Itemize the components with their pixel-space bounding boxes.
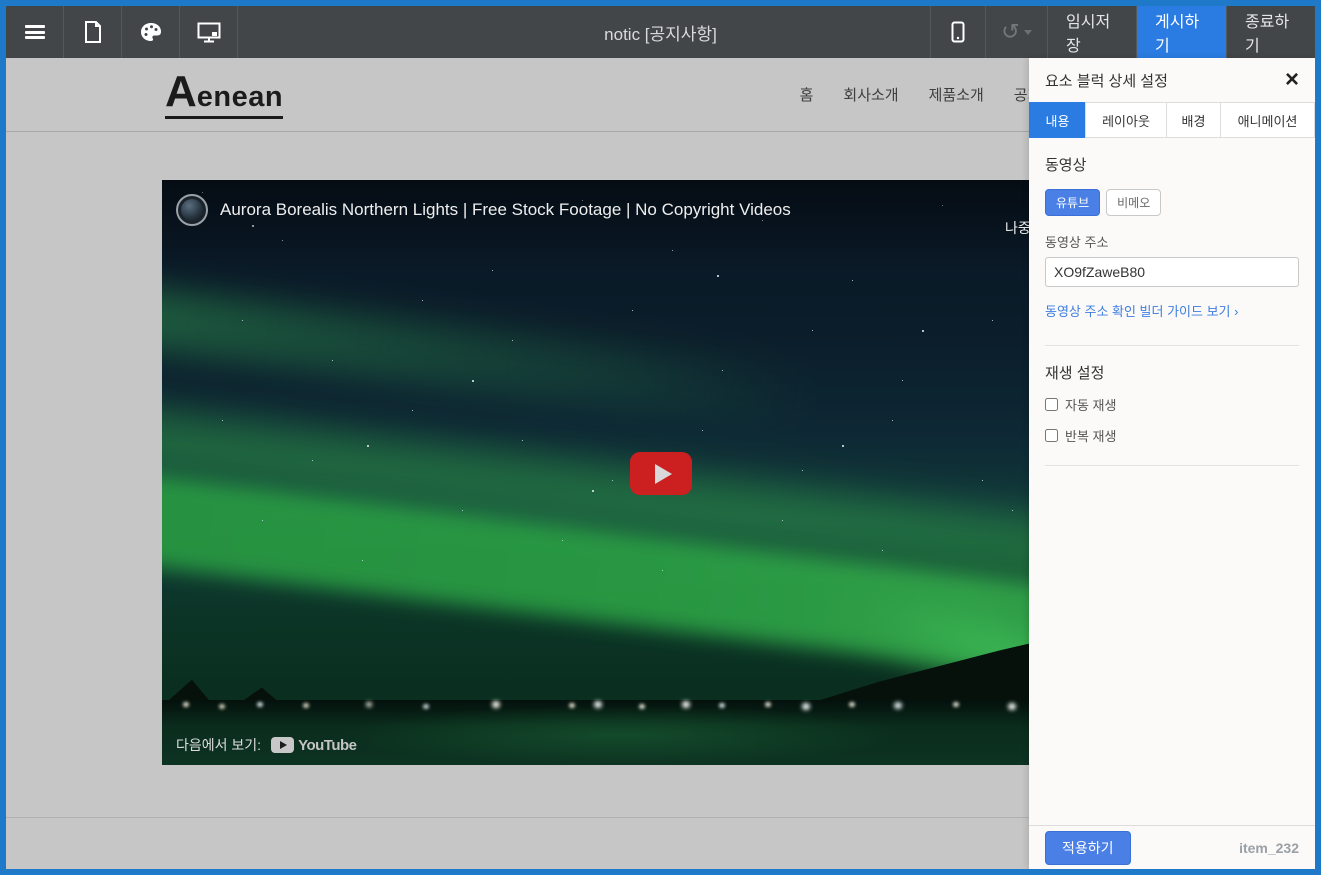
tab-content[interactable]: 내용 [1029,102,1086,138]
top-toolbar: notic [공지사항] ↺ 임시저장 게시하기 종료하기 [6,6,1315,58]
pages-button[interactable] [64,6,122,58]
tab-animation[interactable]: 애니메이션 [1220,102,1315,138]
undo-icon: ↺ [1001,19,1019,45]
video-title[interactable]: Aurora Borealis Northern Lights | Free S… [220,200,791,220]
autoplay-checkbox[interactable] [1045,398,1058,411]
display-button[interactable] [180,6,238,58]
watch-later-label[interactable]: 나중 [1005,218,1031,238]
source-vimeo-button[interactable]: 비메오 [1106,189,1161,216]
channel-avatar[interactable] [176,194,208,226]
main-menu-button[interactable] [6,6,64,58]
water-reflection [342,705,902,765]
youtube-link[interactable]: YouTube [271,737,356,754]
block-settings-panel: 요소 블럭 상세 설정 × 내용 레이아웃 배경 애니메이션 동영상 유튜브 비… [1029,58,1315,869]
youtube-wordmark: YouTube [298,737,356,754]
video-bottom-bar: 다음에서 보기: YouTube [176,735,357,755]
city-lights [162,703,166,706]
nav-item-home[interactable]: 홈 [800,84,814,105]
panel-footer: 적용하기 item_232 [1029,825,1315,869]
exit-button[interactable]: 종료하기 [1226,6,1315,58]
page-icon [84,21,102,43]
source-youtube-button[interactable]: 유튜브 [1045,189,1100,216]
chevron-down-icon [1024,30,1032,35]
close-icon[interactable]: × [1285,68,1299,92]
panel-divider [1045,345,1299,346]
video-source-toggle: 유튜브 비메오 [1045,189,1299,216]
autoplay-label: 자동 재생 [1065,395,1116,414]
apply-button[interactable]: 적용하기 [1045,831,1131,865]
video-address-input[interactable] [1045,257,1299,287]
publish-button[interactable]: 게시하기 [1136,6,1226,58]
play-button[interactable] [630,452,692,495]
panel-tabs: 내용 레이아웃 배경 애니메이션 [1029,102,1315,138]
panel-body: 동영상 유튜브 비메오 동영상 주소 동영상 주소 확인 빌더 가이드 보기 ›… [1029,138,1315,482]
autoplay-row: 자동 재생 [1045,395,1299,414]
video-title-bar: Aurora Borealis Northern Lights | Free S… [176,194,1150,226]
nav-item-products[interactable]: 제품소개 [929,84,984,105]
loop-label: 반복 재생 [1065,426,1116,445]
toolbar-right-group: ↺ 임시저장 게시하기 종료하기 [930,6,1315,58]
panel-title: 요소 블럭 상세 설정 [1045,70,1168,91]
youtube-icon [271,737,294,753]
video-address-label: 동영상 주소 [1045,232,1299,251]
logo-rest: enean [197,83,283,112]
video-section-heading: 동영상 [1045,154,1299,175]
undo-button[interactable]: ↺ [985,6,1047,58]
temp-save-button[interactable]: 임시저장 [1047,6,1136,58]
aurora-band [162,281,813,430]
design-button[interactable] [122,6,180,58]
tab-background[interactable]: 배경 [1166,102,1221,138]
panel-divider [1045,465,1299,466]
playback-heading: 재생 설정 [1045,362,1299,383]
watch-on-label: 다음에서 보기: [176,735,261,755]
item-id-label: item_232 [1239,840,1299,856]
nav-item-company[interactable]: 회사소개 [843,84,898,105]
tab-layout[interactable]: 레이아웃 [1085,102,1167,138]
monitor-icon [197,22,221,43]
play-icon [655,464,672,484]
site-logo[interactable]: Aenean [165,70,283,119]
editor-stage: notic [공지사항] ↺ 임시저장 게시하기 종료하기 Aenean [6,6,1315,869]
loop-row: 반복 재생 [1045,426,1299,445]
loop-checkbox[interactable] [1045,429,1058,442]
mobile-preview-button[interactable] [930,6,985,58]
builder-guide-link[interactable]: 동영상 주소 확인 빌더 가이드 보기 › [1045,301,1238,320]
youtube-video-embed[interactable]: Aurora Borealis Northern Lights | Free S… [162,180,1160,765]
palette-icon [140,22,162,42]
logo-initial: A [165,70,197,114]
panel-header: 요소 블럭 상세 설정 × [1029,58,1315,102]
menu-icon [25,23,45,42]
mobile-icon [951,21,965,43]
